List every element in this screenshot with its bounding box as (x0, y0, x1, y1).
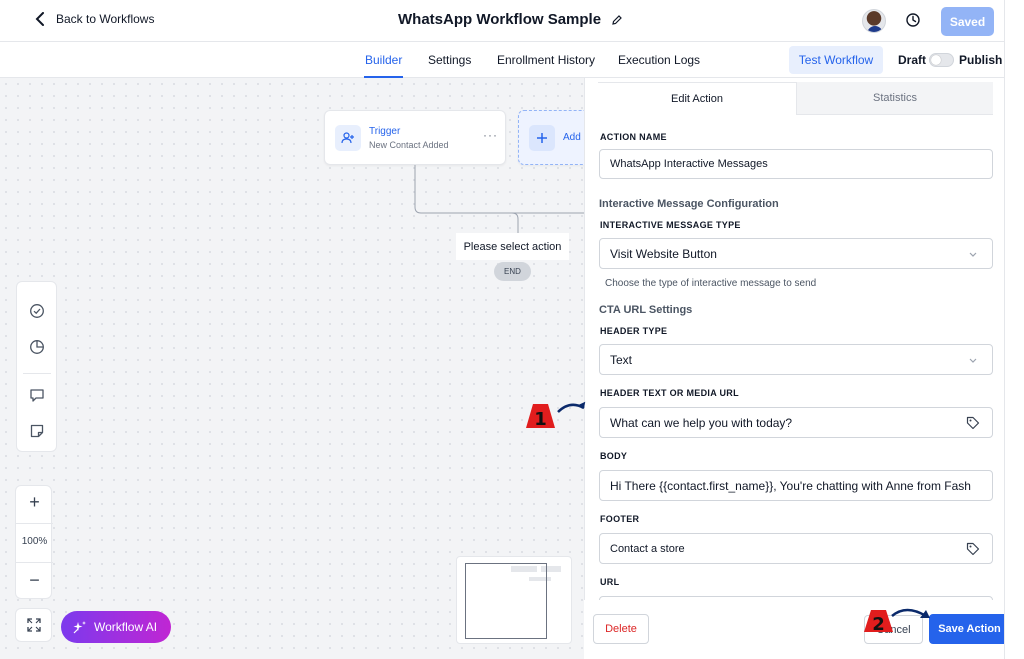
annotation-number-1: 1 (534, 409, 547, 430)
zoom-controls: + 100% − (15, 485, 53, 599)
interactive-config-heading: Interactive Message Configuration (599, 198, 779, 210)
zoom-divider (16, 523, 53, 524)
avatar[interactable] (862, 9, 886, 33)
chevron-down-icon (969, 252, 977, 257)
annotation-marker-2: 2 (864, 608, 930, 635)
add-trigger-node[interactable]: Add (518, 110, 584, 165)
pie-chart-icon[interactable] (29, 339, 45, 355)
action-name-input[interactable]: WhatsApp Interactive Messages (599, 149, 993, 179)
toolbox-divider (23, 373, 51, 374)
trigger-subtitle: New Contact Added (369, 140, 449, 150)
tab-execution-logs[interactable]: Execution Logs (618, 53, 700, 67)
action-name-label: ACTION NAME (600, 132, 667, 142)
url-label: URL (600, 577, 620, 587)
zoom-divider (16, 562, 53, 563)
message-type-helper: Choose the type of interactive message t… (605, 278, 817, 289)
sticky-note-icon[interactable] (29, 423, 45, 439)
header-type-value: Text (610, 352, 633, 367)
draft-label: Draft (898, 53, 927, 67)
workflow-title-group: WhatsApp Workflow Sample (398, 11, 623, 28)
header-type-select[interactable]: Text (599, 344, 993, 375)
workflow-canvas[interactable]: Trigger New Contact Added ··· Add Please… (0, 78, 584, 659)
tag-icon[interactable] (966, 542, 980, 556)
trigger-title: Trigger (369, 126, 401, 137)
chevron-left-icon (35, 12, 44, 26)
footer-label: FOOTER (600, 514, 640, 524)
node-menu-icon[interactable]: ··· (483, 128, 498, 142)
workflow-ai-button[interactable]: Workflow AI (61, 611, 171, 643)
window-edge (1004, 0, 1024, 659)
test-workflow-button[interactable]: Test Workflow (789, 46, 883, 74)
publish-label: Publish (959, 53, 1003, 67)
header-text-value: What can we help you with today? (610, 415, 793, 430)
top-header: Back to Workflows WhatsApp Workflow Samp… (0, 0, 1024, 42)
body-input[interactable]: Hi There {{contact.first_name}}, You're … (599, 470, 993, 501)
publish-toggle[interactable] (929, 53, 954, 67)
canvas-toolbox (16, 281, 57, 452)
zoom-level: 100% (21, 536, 48, 547)
tab-builder[interactable]: Builder (363, 53, 404, 78)
footer-input[interactable]: Contact a store (599, 533, 993, 564)
plus-icon (529, 125, 555, 151)
message-type-value: Visit Website Button (610, 246, 717, 261)
annotation-marker-1: 1 (526, 401, 586, 430)
add-node-label: Add (563, 132, 581, 143)
fit-view-button[interactable] (15, 608, 52, 642)
saved-button[interactable]: Saved (941, 7, 994, 36)
pencil-icon[interactable] (611, 14, 623, 26)
zoom-in-button[interactable]: + (16, 492, 53, 513)
header-type-label: HEADER TYPE (600, 326, 668, 336)
tab-settings[interactable]: Settings (428, 53, 471, 67)
select-action-node[interactable]: Please select action (456, 233, 569, 260)
comment-icon[interactable] (29, 387, 45, 403)
back-label: Back to Workflows (56, 12, 155, 26)
delete-button[interactable]: Delete (593, 614, 649, 644)
trigger-node[interactable]: Trigger New Contact Added ··· (324, 110, 506, 165)
connector-lines (414, 165, 584, 233)
workflow-ai-label: Workflow AI (94, 620, 158, 634)
header-text-input[interactable]: What can we help you with today? (599, 407, 993, 438)
message-type-label: INTERACTIVE MESSAGE TYPE (600, 220, 741, 230)
edit-action-panel: Edit Action Statistics ACTION NAME Whats… (584, 78, 1004, 659)
sparkles-icon (73, 621, 86, 634)
chevron-down-icon (969, 358, 977, 363)
body-label: BODY (600, 451, 628, 461)
tag-icon[interactable] (966, 416, 980, 430)
tab-statistics[interactable]: Statistics (797, 82, 993, 115)
footer-value: Contact a store (610, 542, 685, 555)
history-icon[interactable] (905, 12, 921, 28)
tab-enrollment-history[interactable]: Enrollment History (497, 53, 595, 67)
end-node: END (494, 262, 531, 281)
page-title: WhatsApp Workflow Sample (398, 11, 602, 28)
back-to-workflows-link[interactable]: Back to Workflows (34, 12, 154, 26)
header-text-label: HEADER TEXT OR MEDIA URL (600, 388, 739, 398)
annotation-number-2: 2 (872, 614, 885, 635)
zoom-out-button[interactable]: − (16, 570, 53, 591)
check-circle-icon[interactable] (29, 303, 45, 319)
expand-icon (26, 618, 41, 632)
minimap[interactable] (456, 556, 572, 644)
tab-edit-action[interactable]: Edit Action (598, 82, 797, 115)
message-type-select[interactable]: Visit Website Button (599, 238, 993, 269)
add-user-icon (335, 125, 361, 151)
workflow-tabs: Builder Settings Enrollment History Exec… (0, 42, 1024, 78)
minimap-viewport[interactable] (465, 563, 547, 639)
cta-url-settings-heading: CTA URL Settings (599, 304, 693, 316)
